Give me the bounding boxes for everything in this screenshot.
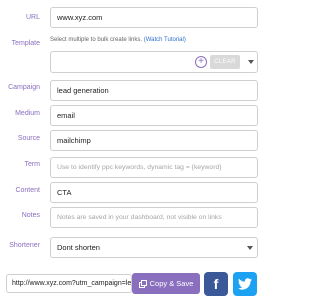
template-label: Template [11, 40, 40, 47]
content-label: Content [15, 187, 40, 194]
facebook-share-button[interactable]: f [204, 272, 228, 296]
add-template-button[interactable]: + [195, 56, 207, 68]
url-label: URL [25, 14, 40, 21]
term-label: Term [24, 161, 40, 168]
shortener-dropdown-caret-icon[interactable] [247, 246, 253, 250]
plus-icon: + [198, 56, 204, 67]
copy-save-label: Copy & Save [149, 279, 194, 288]
watch-tutorial-link[interactable]: (Watch Tutorial) [144, 37, 186, 43]
campaign-label: Campaign [8, 84, 40, 91]
shortener-select[interactable]: Dont shorten [50, 237, 258, 258]
source-input[interactable]: mailchimp [50, 130, 258, 151]
source-label: Source [17, 135, 40, 142]
twitter-icon [238, 278, 252, 290]
campaign-input[interactable]: lead generation [50, 80, 258, 101]
copy-save-button[interactable]: Copy & Save [132, 273, 200, 294]
notes-input[interactable]: Notes are saved in your dashboard, not v… [50, 207, 258, 228]
url-input[interactable]: www.xyz.com [50, 7, 258, 28]
generated-url-field[interactable]: http://www.xyz.com?utm_campaign=lead%20g… [6, 274, 132, 293]
notes-label: Notes [21, 212, 40, 219]
template-note-text: Select multiple to bulk create links. [50, 37, 143, 43]
medium-label: Medium [15, 110, 40, 117]
content-input[interactable]: CTA [50, 182, 258, 203]
shortener-label: Shortener [9, 242, 40, 249]
medium-input[interactable]: email [50, 105, 258, 126]
template-dropdown-caret-icon[interactable] [248, 60, 254, 64]
clear-button[interactable]: CLEAR [210, 55, 240, 69]
facebook-icon: f [213, 276, 219, 292]
term-input[interactable]: Use to identify ppc keywords, dynamic ta… [50, 157, 258, 178]
copy-icon [138, 279, 147, 288]
template-note: Select multiple to bulk create links. (W… [50, 37, 186, 43]
twitter-share-button[interactable] [233, 272, 257, 296]
